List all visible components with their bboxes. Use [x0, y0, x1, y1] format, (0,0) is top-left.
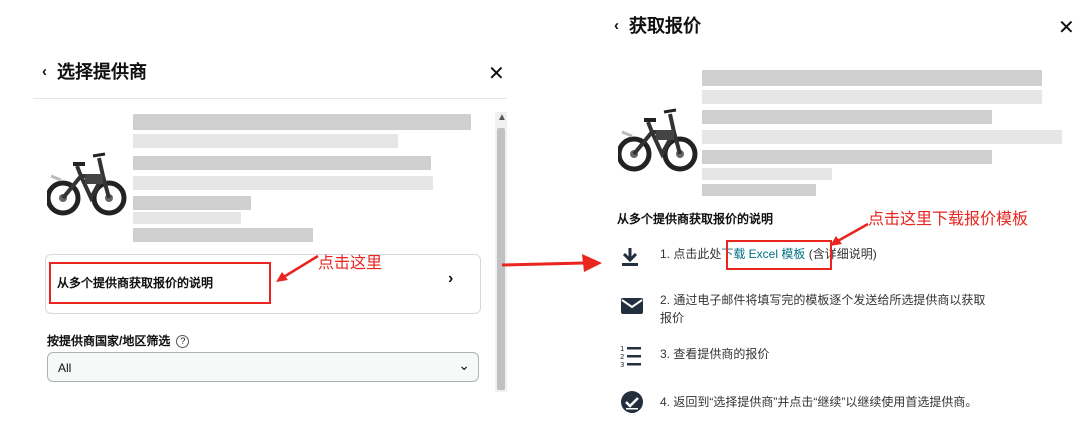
annotation-click-here: 点击这里	[318, 255, 383, 272]
select-value: All	[58, 361, 72, 375]
back-chevron-icon[interactable]: ‹	[614, 17, 619, 34]
blurred-product-line	[133, 212, 241, 224]
instructions-heading: 从多个提供商获取报价的说明	[617, 212, 774, 226]
blurred-product-line	[702, 184, 816, 196]
filter-label: 按提供商国家/地区筛选?	[47, 332, 190, 349]
numbered-list-icon: 1 2 3	[620, 345, 641, 368]
select-provider-panel	[33, 40, 511, 444]
step-3: 3. 查看提供商的报价	[660, 347, 770, 361]
left-panel-header: ‹ 选择提供商	[42, 58, 147, 84]
check-circle-icon	[621, 391, 643, 413]
envelope-icon	[621, 298, 643, 314]
info-icon[interactable]: ?	[176, 335, 190, 348]
annotation-highlight-box	[726, 240, 832, 270]
blurred-product-line	[702, 110, 992, 124]
left-close-icon[interactable]: ✕	[488, 61, 505, 86]
scroll-up-arrow-icon[interactable]: ▲	[497, 112, 507, 124]
right-panel-title: 获取报价	[629, 16, 701, 36]
svg-text:2: 2	[620, 353, 624, 361]
product-image	[618, 108, 698, 172]
left-panel-title: 选择提供商	[57, 62, 147, 82]
blurred-product-line	[133, 228, 313, 242]
download-icon	[622, 248, 638, 266]
blurred-product-line	[702, 130, 1062, 144]
annotation-arrow-icon	[276, 254, 319, 282]
chevron-right-icon[interactable]: ›	[448, 270, 453, 288]
blurred-product-line	[133, 176, 433, 190]
blurred-product-line	[133, 196, 251, 210]
svg-text:3: 3	[620, 361, 624, 368]
back-chevron-icon[interactable]: ‹	[42, 63, 47, 80]
country-filter-select[interactable]: All ⌄	[47, 352, 479, 382]
blurred-product-line	[702, 150, 992, 164]
blurred-product-title	[133, 114, 471, 130]
chevron-down-icon: ⌄	[458, 357, 470, 373]
blurred-product-title	[702, 70, 1042, 86]
step-2: 2. 通过电子邮件将填写完的模板逐个发送给所选提供商以获取 报价	[660, 293, 986, 325]
blurred-product-line	[702, 90, 1042, 104]
blurred-product-line	[702, 168, 832, 180]
step-4: 4. 返回到“选择提供商”并点击“继续”以继续使用首选提供商。	[660, 395, 978, 409]
right-panel-header: ‹ 获取报价	[614, 12, 701, 38]
svg-text:1: 1	[620, 345, 624, 353]
left-header-divider	[33, 98, 507, 99]
annotation-highlight-box	[49, 262, 271, 304]
blurred-product-line	[133, 134, 398, 148]
annotation-click-download: 点击这里下载报价模板	[868, 211, 1029, 228]
blurred-product-line	[133, 156, 431, 170]
product-image	[47, 152, 127, 216]
transition-arrow-icon	[501, 254, 602, 272]
right-close-icon[interactable]: ✕	[1058, 15, 1075, 40]
